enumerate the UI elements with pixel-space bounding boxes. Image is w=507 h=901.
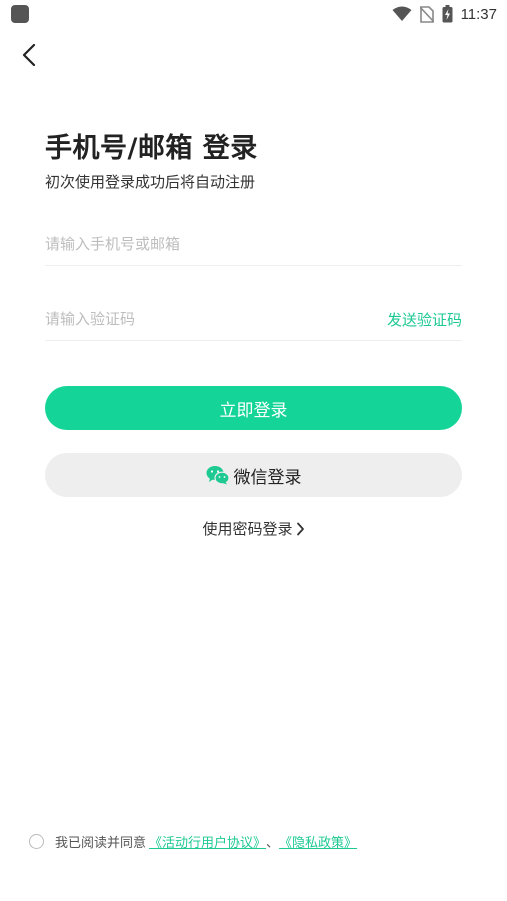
back-button[interactable] bbox=[14, 40, 44, 70]
wechat-login-button[interactable]: 微信登录 bbox=[45, 453, 462, 497]
status-icons: 11:37 bbox=[392, 4, 497, 24]
agreement: 我已阅读并同意 《活动行用户协议》 、 《隐私政策》 bbox=[29, 832, 357, 851]
page-subtitle: 初次使用登录成功后将自动注册 bbox=[45, 173, 256, 191]
login-button-label: 立即登录 bbox=[219, 400, 288, 421]
status-time: 11:37 bbox=[460, 5, 497, 23]
wifi-icon bbox=[392, 6, 412, 21]
phone-email-input[interactable] bbox=[45, 222, 462, 265]
status-bar: 11:37 bbox=[0, 0, 507, 28]
battery-charging-icon bbox=[442, 5, 453, 23]
agreement-checkbox[interactable] bbox=[29, 834, 44, 849]
no-sim-icon bbox=[419, 5, 434, 23]
chevron-right-icon bbox=[296, 522, 304, 535]
send-code-button[interactable]: 发送验证码 bbox=[387, 309, 462, 330]
verification-code-field: 发送验证码 bbox=[45, 297, 462, 341]
verification-code-input[interactable] bbox=[45, 297, 345, 340]
agreement-separator: 、 bbox=[266, 836, 280, 851]
password-login-link[interactable]: 使用密码登录 bbox=[0, 518, 507, 539]
wechat-icon bbox=[206, 466, 230, 485]
login-button[interactable]: 立即登录 bbox=[45, 386, 462, 430]
password-login-label: 使用密码登录 bbox=[202, 520, 293, 538]
page-title: 手机号/邮箱 登录 bbox=[45, 133, 258, 164]
app-notification-icon bbox=[11, 5, 29, 23]
agreement-prefix: 我已阅读并同意 bbox=[55, 836, 147, 851]
back-arrow-icon bbox=[22, 44, 36, 66]
wechat-login-label: 微信登录 bbox=[233, 467, 302, 488]
privacy-link[interactable]: 《隐私政策》 bbox=[279, 832, 357, 851]
terms-link[interactable]: 《活动行用户协议》 bbox=[149, 832, 266, 851]
phone-email-field bbox=[45, 222, 462, 266]
